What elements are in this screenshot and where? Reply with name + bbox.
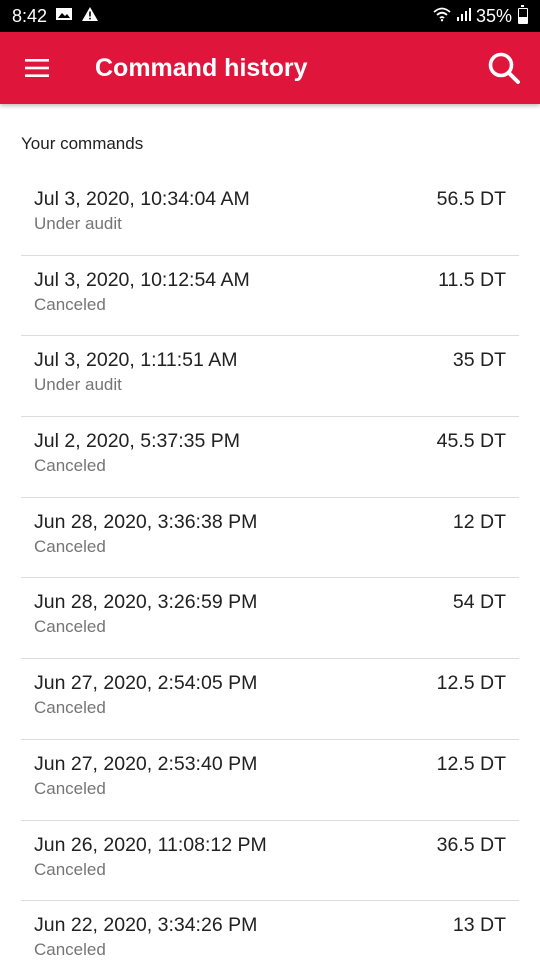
command-date: Jul 2, 2020, 5:37:35 PM <box>34 430 240 453</box>
list-item[interactable]: Jun 22, 2020, 3:34:26 PM Canceled 13 DT <box>21 901 519 960</box>
command-date: Jun 28, 2020, 3:36:38 PM <box>34 510 258 533</box>
command-status: Canceled <box>34 859 106 879</box>
command-amount: 13 DT <box>452 914 506 937</box>
signal-icon <box>456 6 472 27</box>
command-status: Canceled <box>34 617 106 637</box>
command-date: Jun 27, 2020, 2:54:05 PM <box>34 672 258 695</box>
command-amount: 11.5 DT <box>438 268 506 291</box>
command-list: Jul 3, 2020, 10:34:04 AM Under audit 56.5 … <box>21 175 519 960</box>
command-amount: 12.5 DT <box>436 672 506 695</box>
menu-icon <box>25 59 49 77</box>
command-date: Jun 26, 2020, 11:08:12 PM <box>34 833 267 856</box>
status-bar: 8:42 35% <box>0 0 540 32</box>
search-icon <box>488 52 520 84</box>
battery-icon <box>518 5 528 24</box>
list-item[interactable]: Jul 3, 2020, 1:11:51 AM Under audit 35 DT <box>21 336 519 418</box>
status-left: 8:42 <box>12 6 99 27</box>
command-amount: 56.5 DT <box>436 188 506 210</box>
command-status: Under audit <box>34 214 122 233</box>
command-amount: 12 DT <box>452 510 506 533</box>
list-item[interactable]: Jul 3, 2020, 10:34:04 AM Under audit 56.5 … <box>21 175 519 256</box>
image-icon <box>55 6 73 27</box>
command-status: Canceled <box>34 940 106 960</box>
command-status: Canceled <box>34 698 106 718</box>
list-item[interactable]: Jul 2, 2020, 5:37:35 PM Canceled 45.5 DT <box>21 417 519 498</box>
command-amount: 12.5 DT <box>436 752 506 775</box>
command-amount: 36.5 DT <box>436 833 506 856</box>
command-amount: 54 DT <box>452 591 506 614</box>
list-item[interactable]: Jun 27, 2020, 2:53:40 PM Canceled 12.5 DT <box>21 740 519 821</box>
list-item[interactable]: Jun 28, 2020, 3:26:59 PM Canceled 54 DT <box>21 578 519 660</box>
app-bar: Command history <box>0 32 540 104</box>
command-date: Jul 3, 2020, 10:12:54 AM <box>34 268 250 291</box>
command-date: Jun 22, 2020, 3:34:26 PM <box>34 914 258 937</box>
command-date: Jul 3, 2020, 1:11:51 AM <box>34 349 238 372</box>
command-date: Jun 28, 2020, 3:26:59 PM <box>34 591 258 614</box>
list-item[interactable]: Jun 28, 2020, 3:36:38 PM Canceled 12 DT <box>21 498 519 579</box>
command-status: Under audit <box>34 375 122 395</box>
menu-button[interactable] <box>0 32 74 104</box>
wifi-icon <box>432 6 452 27</box>
list-item[interactable]: Jul 3, 2020, 10:12:54 AM Canceled 11.5 DT <box>21 256 519 337</box>
search-button[interactable] <box>468 32 540 104</box>
command-amount: 45.5 DT <box>436 430 506 453</box>
list-item[interactable]: Jun 26, 2020, 11:08:12 PM Canceled 36.5 DT <box>21 821 519 902</box>
command-date: Jun 27, 2020, 2:53:40 PM <box>34 752 258 775</box>
warning-icon <box>81 6 99 27</box>
list-item[interactable]: Jun 27, 2020, 2:54:05 PM Canceled 12.5 DT <box>21 659 519 740</box>
status-right: 35% <box>432 5 528 27</box>
status-time: 8:42 <box>12 5 48 26</box>
command-status: Canceled <box>34 536 106 556</box>
battery-percentage: 35% <box>475 5 512 26</box>
command-status: Canceled <box>34 456 106 476</box>
section-label: Your commands <box>21 134 144 153</box>
command-status: Canceled <box>34 294 106 314</box>
page-title: Command history <box>95 53 308 82</box>
command-date: Jul 3, 2020, 10:34:04 AM <box>34 188 250 210</box>
command-amount: 35 DT <box>452 349 506 372</box>
command-status: Canceled <box>34 778 106 798</box>
